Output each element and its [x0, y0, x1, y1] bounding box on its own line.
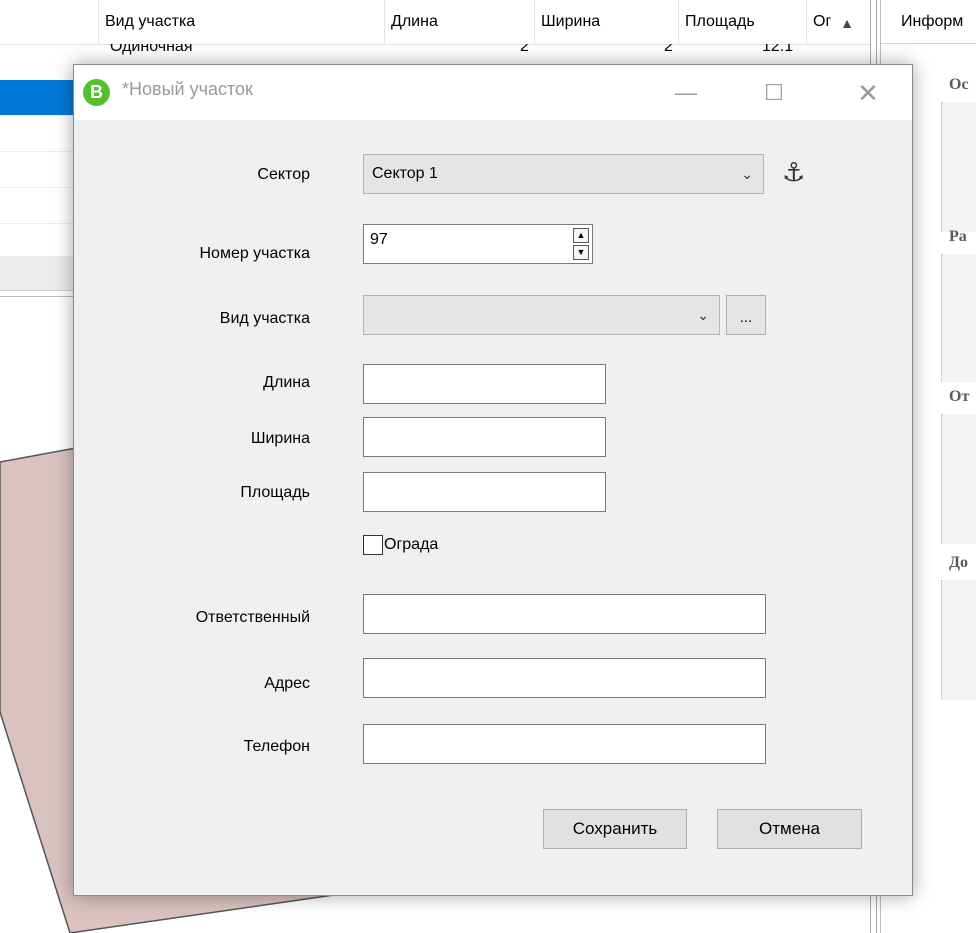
length-label: Длина: [263, 374, 310, 391]
grid-header: Вид участка Длина Ширина Площадь Ог ▲: [0, 0, 870, 45]
sector-select[interactable]: Сектор 1 ⌄: [363, 154, 764, 194]
info-panel-header: Информ: [881, 0, 976, 44]
save-button[interactable]: Сохранить: [543, 809, 687, 849]
column-header-fence[interactable]: Ог: [806, 0, 836, 44]
maximize-button[interactable]: ☐: [752, 73, 796, 113]
info-group-title: Ос: [949, 76, 969, 93]
row-area-cell: 12.1: [762, 44, 794, 55]
column-header-width[interactable]: Ширина: [534, 0, 678, 44]
scroll-up-button[interactable]: ▲: [836, 12, 858, 34]
info-group-title: От: [949, 388, 970, 405]
width-field[interactable]: [363, 417, 606, 457]
plot-number-value: 97: [370, 231, 388, 248]
chevron-down-icon: ⌄: [741, 166, 753, 182]
plot-type-label: Вид участка: [219, 310, 310, 327]
dialog-titlebar[interactable]: B *Новый участок — ☐ ✕: [74, 65, 912, 120]
sector-select-value: Сектор 1: [372, 165, 438, 182]
responsible-field[interactable]: [363, 594, 766, 634]
anchor-icon[interactable]: ⚓: [782, 157, 805, 188]
fence-label[interactable]: Ограда: [384, 536, 438, 554]
width-label: Ширина: [250, 430, 310, 447]
sector-label: Сектор: [257, 166, 310, 183]
row-length-cell: 2: [520, 44, 529, 55]
cancel-button[interactable]: Отмена: [717, 809, 862, 849]
phone-label: Телефон: [243, 738, 310, 755]
app-logo-icon: B: [83, 79, 110, 106]
responsible-label: Ответственный: [195, 609, 310, 626]
info-group-title: До: [949, 554, 969, 571]
area-field[interactable]: [363, 472, 606, 512]
column-header-length[interactable]: Длина: [384, 0, 534, 44]
row-width-cell: 2: [664, 44, 673, 55]
close-button[interactable]: ✕: [846, 73, 890, 113]
address-label: Адрес: [264, 675, 310, 692]
address-field[interactable]: [363, 658, 766, 698]
chevron-down-icon: ⌄: [697, 307, 709, 323]
info-group-title: Ра: [949, 228, 967, 245]
column-header-type[interactable]: Вид участка: [98, 0, 384, 44]
row-type-cell: Одиночная: [110, 44, 193, 55]
stepper-arrows[interactable]: ▲ ▼: [573, 228, 589, 260]
phone-field[interactable]: [363, 724, 766, 764]
plot-number-label: Номер участка: [199, 245, 310, 262]
area-label: Площадь: [240, 484, 310, 501]
stepper-down-icon[interactable]: ▼: [573, 245, 589, 260]
plot-type-select[interactable]: ⌄: [363, 295, 720, 335]
length-field[interactable]: [363, 364, 606, 404]
browse-plot-type-button[interactable]: ...: [726, 295, 766, 335]
minimize-button[interactable]: —: [664, 73, 708, 113]
plot-number-stepper[interactable]: 97 ▲ ▼: [363, 224, 593, 264]
fence-checkbox[interactable]: [363, 535, 383, 555]
dialog-title: *Новый участок: [122, 79, 253, 99]
table-row[interactable]: Одиночная 2 2 12.1: [0, 44, 870, 60]
column-header-area[interactable]: Площадь: [678, 0, 806, 44]
stepper-up-icon[interactable]: ▲: [573, 228, 589, 243]
new-plot-dialog: B *Новый участок — ☐ ✕ Сектор Сектор 1 ⌄…: [73, 64, 913, 896]
